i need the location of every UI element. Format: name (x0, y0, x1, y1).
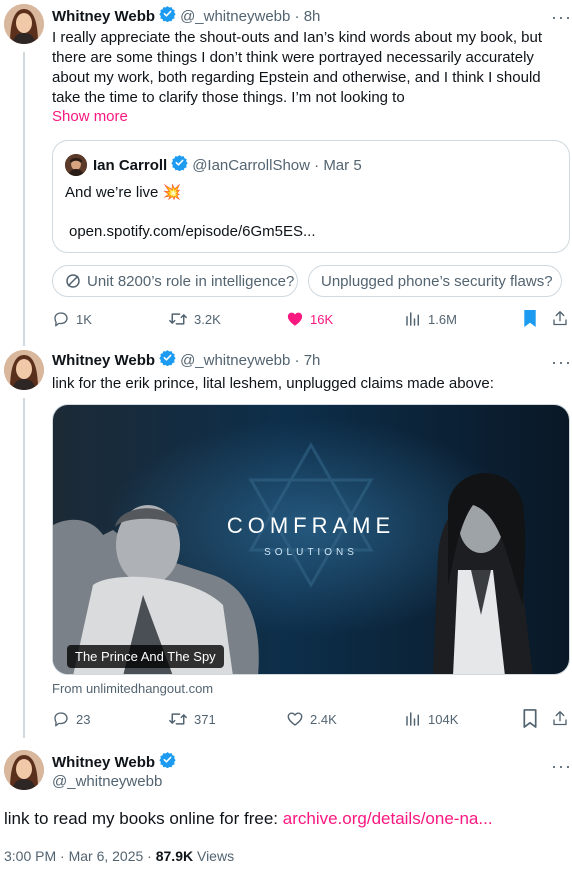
more-options-icon[interactable]: ··· (551, 353, 572, 371)
author-name[interactable]: Whitney Webb (52, 8, 155, 25)
tweet-header: Whitney Webb @_whitneywebb · 8h (52, 6, 320, 26)
like-button[interactable]: 2.4K (286, 710, 337, 728)
grok-suggestion-chip[interactable]: Unit 8200’s role in intelligence? (52, 265, 298, 297)
link-source[interactable]: From unlimitedhangout.com (52, 681, 213, 696)
views-total: 87.9K (155, 848, 194, 864)
tweet-header: Whitney Webb (52, 752, 180, 772)
author-name[interactable]: Whitney Webb (52, 352, 155, 369)
chip-label: Unit 8200’s role in intelligence? (87, 272, 295, 290)
thread-line (23, 52, 25, 346)
views-button[interactable]: 1.6M (404, 310, 457, 328)
quote-time: Mar 5 (323, 156, 362, 174)
tweet-text-prefix: link to read my books online for free: (4, 809, 283, 828)
quote-avatar (65, 154, 87, 176)
avatar[interactable] (4, 4, 44, 44)
media-logo-sub: SOLUTIONS (264, 547, 358, 558)
tweet-time[interactable]: 8h (304, 8, 321, 25)
reply-button[interactable]: 1K (52, 310, 92, 328)
bookmark-icon[interactable] (522, 709, 538, 733)
tweet-timestamp[interactable]: 3:00 PM · Mar 6, 2025 · (4, 848, 156, 864)
verified-badge-icon (159, 5, 176, 27)
reply-button[interactable]: 23 (52, 710, 90, 728)
reply-icon (54, 312, 68, 327)
more-options-icon[interactable]: ··· (551, 8, 572, 26)
more-options-icon[interactable]: ··· (551, 757, 572, 775)
tweet-time[interactable]: 7h (304, 352, 321, 369)
repost-count: 3.2K (194, 311, 221, 327)
avatar[interactable] (4, 350, 44, 390)
share-icon[interactable] (551, 309, 569, 333)
tweet-link[interactable]: archive.org/details/one-na... (283, 809, 493, 828)
verified-badge-icon (159, 751, 176, 773)
repost-button[interactable]: 3.2K (168, 310, 221, 328)
dot-separator: · (290, 7, 304, 25)
chip-label: Unplugged phone’s security flaws? (321, 272, 553, 290)
quoted-tweet-card[interactable]: Ian Carroll @IanCarrollShow · Mar 5 And … (52, 140, 570, 253)
dot-separator: · (309, 156, 324, 174)
tweet-meta: 3:00 PM · Mar 6, 2025 · 87.9K Views (4, 848, 234, 864)
author-handle[interactable]: @_whitneywebb (180, 8, 290, 25)
heart-filled-icon (287, 312, 303, 326)
like-count: 16K (310, 311, 334, 327)
verified-badge-icon (159, 349, 176, 371)
reply-count: 23 (76, 711, 91, 727)
tweet-header: Whitney Webb @_whitneywebb · 7h (52, 350, 320, 370)
heart-icon (287, 712, 303, 726)
views-label: Views (193, 848, 235, 864)
verified-badge-icon (171, 154, 188, 176)
link-preview-card[interactable]: COMFRAME SOLUTIONS The Prince And The Sp… (52, 404, 570, 675)
repost-icon (169, 713, 187, 725)
reply-icon (54, 712, 68, 727)
like-button[interactable]: 16K (286, 310, 333, 328)
quote-link[interactable]: open.spotify.com/episode/6Gm5ES... (69, 222, 316, 242)
show-more-link[interactable]: Show more (52, 108, 128, 125)
tweet-text: link to read my books online for free: a… (4, 808, 493, 830)
quote-header: Ian Carroll @IanCarrollShow · Mar 5 (93, 155, 362, 175)
tweet-text: I really appreciate the shout-outs and I… (52, 29, 543, 106)
thread-line (23, 398, 25, 738)
like-count: 2.4K (310, 711, 337, 727)
preview-image: COMFRAME SOLUTIONS (53, 405, 569, 674)
repost-button[interactable]: 371 (168, 710, 216, 728)
author-name[interactable]: Whitney Webb (52, 754, 155, 771)
author-handle[interactable]: @_whitneywebb (180, 352, 290, 369)
quote-text: And we’re live 💥 (65, 184, 182, 201)
bookmark-filled-icon[interactable] (522, 309, 538, 333)
dot-separator: · (290, 351, 304, 369)
grok-slash-icon (65, 273, 81, 289)
author-handle[interactable]: @_whitneywebb (52, 773, 162, 790)
media-caption: The Prince And The Spy (67, 645, 224, 668)
quote-author-name: Ian Carroll (93, 156, 168, 174)
media-logo: COMFRAME (227, 513, 395, 538)
views-count: 1.6M (428, 311, 457, 327)
reply-count: 1K (76, 311, 92, 327)
grok-suggestion-chip[interactable]: Unplugged phone’s security flaws? (308, 265, 562, 297)
tweet-text: link for the erik prince, lital leshem, … (52, 375, 494, 392)
share-icon[interactable] (551, 709, 569, 733)
repost-icon (169, 313, 187, 325)
views-chart-icon (406, 712, 419, 726)
quote-author-handle: @IanCarrollShow (192, 156, 310, 174)
views-button[interactable]: 104K (404, 710, 458, 728)
avatar[interactable] (4, 750, 44, 790)
views-chart-icon (406, 312, 419, 326)
views-count: 104K (428, 711, 459, 727)
repost-count: 371 (194, 711, 216, 727)
